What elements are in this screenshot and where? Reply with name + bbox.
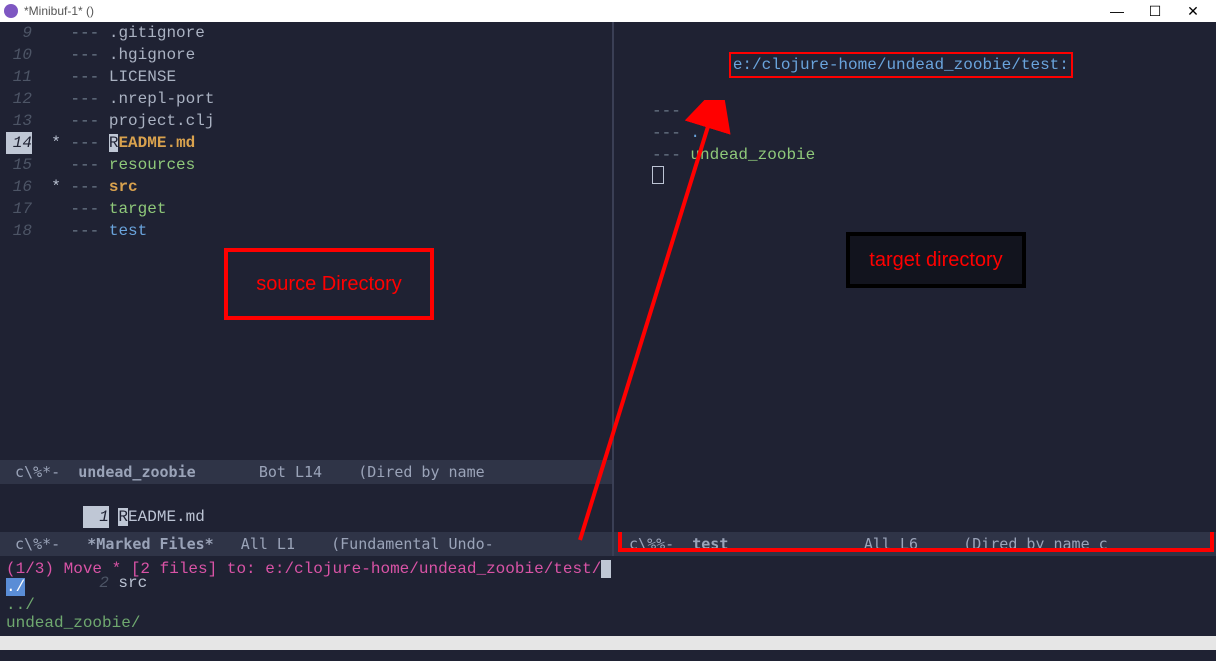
modeline-buffer-name: undead_zoobie bbox=[78, 463, 195, 481]
completion-item[interactable]: ./ bbox=[6, 578, 25, 596]
modeline-buffer-name: test bbox=[692, 535, 728, 553]
bottom-strip: drwxrwxrwx 1 dradams root 0 11-13 12:00 … bbox=[0, 636, 1216, 650]
annotation-text: source Directory bbox=[256, 273, 402, 296]
maximize-button[interactable]: ☐ bbox=[1146, 3, 1164, 20]
modeline-marked: c\%*- *Marked Files* All L1 (Fundamental… bbox=[0, 532, 612, 556]
window-controls: — ☐ ✕ bbox=[1108, 3, 1212, 20]
line-number: 1 bbox=[83, 506, 109, 528]
dired-line[interactable]: 9 --- .gitignore bbox=[0, 22, 612, 44]
target-path: e:/clojure-home/undead_zoobie/test: bbox=[729, 52, 1073, 78]
dired-source-buffer[interactable]: 9 --- .gitignore10 --- .hgignore11 --- L… bbox=[0, 22, 612, 460]
modeline-flags: c\%%- bbox=[620, 535, 692, 553]
dired-line[interactable]: --- . bbox=[614, 122, 1216, 144]
cursor bbox=[601, 560, 611, 578]
completion-item[interactable]: undead_zoobie/ bbox=[6, 614, 140, 632]
close-button[interactable]: ✕ bbox=[1184, 3, 1202, 20]
modeline-info: All L6 (Dired by name c bbox=[728, 535, 1107, 553]
dired-target-buffer[interactable]: e:/clojure-home/undead_zoobie/test: --- … bbox=[614, 22, 1216, 532]
completion-item[interactable]: ../ bbox=[6, 596, 35, 614]
dired-line[interactable]: --- undead_zoobie bbox=[614, 144, 1216, 166]
modeline-flags: c\%*- bbox=[6, 463, 78, 481]
dired-line[interactable]: --- .. bbox=[614, 100, 1216, 122]
modeline-source: c\%*- undead_zoobie Bot L14 (Dired by na… bbox=[0, 460, 612, 484]
annotation-target-label: target directory bbox=[846, 232, 1026, 288]
right-column: e:/clojure-home/undead_zoobie/test: --- … bbox=[614, 22, 1216, 556]
annotation-text: target directory bbox=[869, 249, 1002, 272]
modeline-target: c\%%- test All L6 (Dired by name c bbox=[614, 532, 1216, 556]
minimize-button[interactable]: — bbox=[1108, 3, 1126, 20]
dired-line[interactable]: 11 --- LICENSE bbox=[0, 66, 612, 88]
dired-line[interactable]: 15 --- resources bbox=[0, 154, 612, 176]
cursor-char: R bbox=[118, 508, 128, 526]
dired-line[interactable]: 12 --- .nrepl-port bbox=[0, 88, 612, 110]
modeline-flags: c\%*- bbox=[6, 535, 87, 553]
marked-file: EADME.md bbox=[128, 508, 205, 526]
annotation-source-label: source Directory bbox=[224, 248, 434, 320]
modeline-buffer-name: *Marked Files* bbox=[87, 535, 213, 553]
cursor-box bbox=[652, 166, 664, 184]
dired-line[interactable]: 14 * --- README.md bbox=[0, 132, 612, 154]
minibuffer-prompt: (1/3) Move * [2 files] to: e:/clojure-ho… bbox=[6, 560, 601, 578]
marked-files-buffer[interactable]: 1 README.md 2 src bbox=[0, 484, 612, 532]
dired-line[interactable]: 17 --- target bbox=[0, 198, 612, 220]
dired-line[interactable]: 16 * --- src bbox=[0, 176, 612, 198]
modeline-info: All L1 (Fundamental Undo- bbox=[214, 535, 494, 553]
dired-line[interactable]: 18 --- test bbox=[0, 220, 612, 242]
modeline-info: Bot L14 (Dired by name bbox=[196, 463, 494, 481]
dired-line[interactable]: 10 --- .hgignore bbox=[0, 44, 612, 66]
app-icon bbox=[4, 4, 18, 18]
dired-line[interactable]: 13 --- project.clj bbox=[0, 110, 612, 132]
titlebar: *Minibuf-1* () — ☐ ✕ bbox=[0, 0, 1216, 22]
window-title: *Minibuf-1* () bbox=[24, 4, 94, 18]
